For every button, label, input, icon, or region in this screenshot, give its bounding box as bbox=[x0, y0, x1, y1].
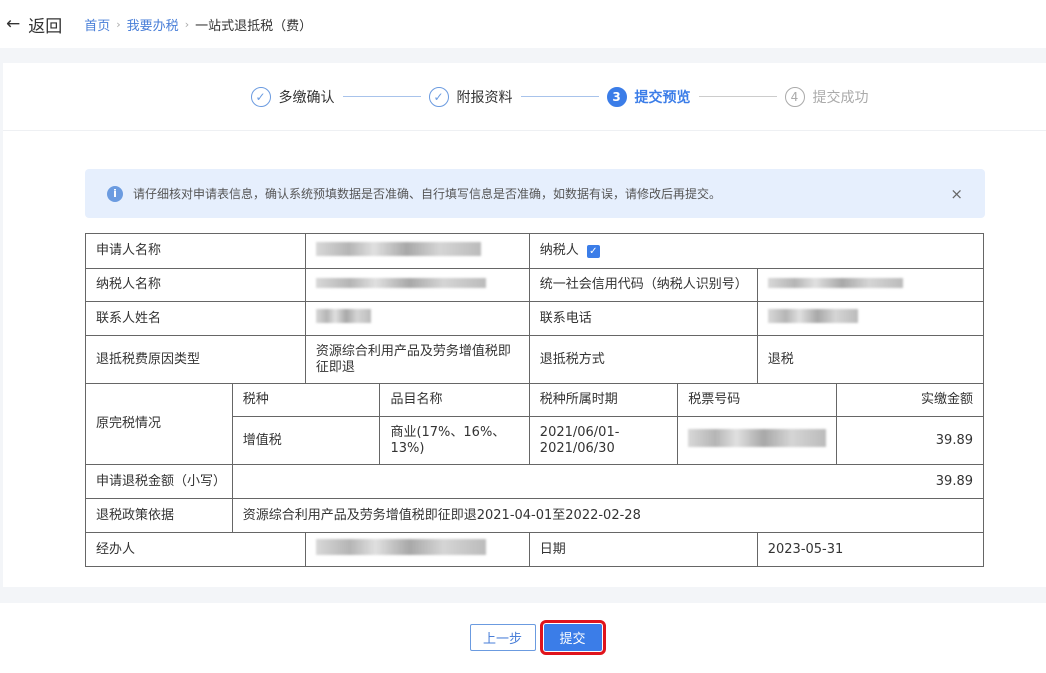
applicant-label: 申请人名称 bbox=[85, 233, 306, 269]
col-header: 税种所属时期 bbox=[528, 383, 679, 417]
taxpayer-check-label: 纳税人 bbox=[539, 243, 579, 258]
breadcrumb-tax[interactable]: 我要办税 bbox=[127, 15, 179, 34]
table-row: 纳税人名称 统一社会信用代码（纳税人识别号） bbox=[85, 268, 985, 302]
original-label: 原完税情况 bbox=[85, 383, 233, 465]
refund-label: 申请退税金额（小写） bbox=[85, 464, 233, 499]
method-value: 退税 bbox=[756, 335, 985, 384]
breadcrumb: 首页 › 我要办税 › 一站式退抵税（费） bbox=[84, 15, 312, 34]
submit-button[interactable]: 提交 bbox=[539, 620, 606, 655]
step-number: 4 bbox=[784, 86, 805, 107]
policy-label: 退税政策依据 bbox=[85, 498, 233, 533]
stepper: ✓ 多缴确认 ✓ 附报资料 3 提交预览 4 提交成功 bbox=[3, 63, 1046, 131]
col-header: 税种 bbox=[231, 383, 381, 417]
col-header: 品目名称 bbox=[379, 383, 530, 417]
table-row: 申请人名称 纳税人 ✓ bbox=[85, 233, 985, 269]
chevron-right-icon: › bbox=[116, 17, 121, 31]
application-table: 申请人名称 纳税人 ✓ 纳税人名称 统一社会信用代码（纳税人识别号） 联系人姓名 … bbox=[85, 233, 985, 567]
step-label: 提交成功 bbox=[812, 89, 869, 106]
step-1: ✓ 多缴确认 bbox=[250, 86, 335, 107]
top-bar: ← 返回 首页 › 我要办税 › 一站式退抵税（费） bbox=[0, 0, 1046, 48]
step-number: 3 bbox=[606, 86, 627, 107]
step-connector bbox=[342, 95, 421, 98]
table-row: 申请退税金额（小写） 39.89 bbox=[85, 464, 985, 499]
date-label: 日期 bbox=[528, 532, 758, 567]
table-row: 退税政策依据 资源综合利用产品及劳务增值税即征即退2021-04-01至2022… bbox=[85, 498, 985, 533]
step-connector bbox=[698, 95, 777, 98]
table-row: 原完税情况 税种 品目名称 税种所属时期 税票号码 实缴金额 bbox=[85, 383, 984, 465]
method-label: 退抵税方式 bbox=[528, 335, 758, 384]
check-circle-icon: ✓ bbox=[250, 86, 271, 107]
table-row: 经办人 日期 2023-05-31 bbox=[85, 532, 985, 567]
taxpayer-name-value bbox=[304, 268, 530, 302]
step-label: 多缴确认 bbox=[278, 89, 335, 106]
step-connector bbox=[520, 95, 599, 98]
table-row: 退抵税费原因类型 资源综合利用产品及劳务增值税即征即退 退抵税方式 退税 bbox=[85, 335, 985, 384]
contact-value bbox=[304, 301, 530, 336]
col-header: 税票号码 bbox=[677, 383, 838, 417]
taxpayer-check-cell: 纳税人 ✓ bbox=[528, 233, 985, 269]
col-header: 实缴金额 bbox=[836, 383, 984, 417]
credit-code-value bbox=[756, 268, 985, 302]
checkbox-checked[interactable]: ✓ bbox=[586, 245, 600, 258]
arrow-left-icon: ← bbox=[6, 14, 21, 34]
step-2: ✓ 附报资料 bbox=[428, 86, 513, 107]
policy-value: 资源综合利用产品及劳务增值税即征即退2021-04-01至2022-02-28 bbox=[231, 498, 985, 533]
contact-label: 联系人姓名 bbox=[85, 301, 306, 336]
back-button[interactable]: ← 返回 bbox=[6, 12, 62, 37]
table-row: 联系人姓名 联系电话 bbox=[85, 301, 985, 336]
close-icon[interactable]: × bbox=[950, 185, 963, 203]
info-icon: i bbox=[107, 185, 123, 202]
reason-value: 资源综合利用产品及劳务增值税即征即退 bbox=[304, 335, 530, 384]
handler-label: 经办人 bbox=[85, 532, 306, 567]
step-3: 3 提交预览 bbox=[606, 86, 691, 107]
date-value: 2023-05-31 bbox=[756, 532, 985, 567]
tax-type-cell: 增值税 bbox=[231, 416, 381, 465]
check-circle-icon: ✓ bbox=[428, 86, 449, 107]
main-card: ✓ 多缴确认 ✓ 附报资料 3 提交预览 4 提交成功 i 请仔细核对申请表信息，确认系… bbox=[3, 63, 1046, 587]
step-label: 附报资料 bbox=[456, 89, 513, 106]
step-4: 4 提交成功 bbox=[784, 86, 869, 107]
period-cell: 2021/06/01-2021/06/30 bbox=[528, 416, 679, 465]
ticket-number-cell bbox=[677, 416, 838, 465]
info-alert: i 请仔细核对申请表信息，确认系统预填数据是否准确、自行填写信息是否准确，如数据… bbox=[85, 169, 985, 218]
applicant-value bbox=[304, 233, 530, 269]
alert-text: 请仔细核对申请表信息，确认系统预填数据是否准确、自行填写信息是否准确，如数据有误… bbox=[133, 187, 722, 201]
back-label: 返回 bbox=[28, 16, 63, 37]
refund-value: 39.89 bbox=[231, 464, 985, 499]
breadcrumb-current: 一站式退抵税（费） bbox=[195, 18, 313, 34]
handler-value bbox=[304, 532, 530, 567]
previous-step-button[interactable]: 上一步 bbox=[469, 624, 536, 651]
reason-label: 退抵税费原因类型 bbox=[85, 335, 306, 384]
chevron-right-icon: › bbox=[184, 17, 190, 31]
item-cell: 商业(17%、16%、13%) bbox=[379, 416, 530, 465]
breadcrumb-home[interactable]: 首页 bbox=[84, 15, 110, 34]
credit-code-label: 统一社会信用代码（纳税人识别号） bbox=[528, 268, 758, 302]
taxpayer-name-label: 纳税人名称 bbox=[85, 268, 306, 302]
phone-label: 联系电话 bbox=[528, 301, 758, 336]
action-buttons: 上一步 提交 bbox=[0, 620, 1046, 655]
phone-value bbox=[756, 301, 985, 336]
step-label: 提交预览 bbox=[634, 89, 691, 106]
amount-cell: 39.89 bbox=[836, 416, 984, 465]
